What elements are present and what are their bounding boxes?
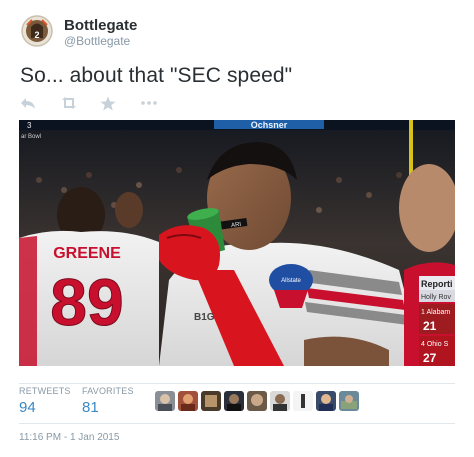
scoreboard-text: 3	[27, 121, 32, 130]
favoriter-avatar[interactable]	[178, 391, 198, 411]
favorites-stat[interactable]: FAVORITES 81	[82, 386, 134, 416]
favoriter-avatar[interactable]	[155, 391, 175, 411]
author-display-name[interactable]: Bottlegate	[64, 17, 137, 34]
bottle-cap-avatar-icon: 2	[21, 15, 53, 47]
author-handle[interactable]: @Bottlegate	[64, 34, 130, 48]
favoriter-avatar[interactable]	[224, 391, 244, 411]
jersey-number: 89	[50, 265, 123, 339]
overlay-team1-name: 1 Alabam	[421, 309, 450, 316]
favoriter-avatar[interactable]	[247, 391, 267, 411]
favoriter-avatar[interactable]	[293, 391, 313, 411]
avatar[interactable]: 2	[20, 14, 54, 48]
stats-top-divider	[19, 383, 455, 384]
reply-icon[interactable]	[20, 96, 38, 110]
favoriter-avatar[interactable]	[316, 391, 336, 411]
overlay-team2-score: 27	[423, 351, 437, 365]
scoreboard-sub: ar Bowl	[21, 134, 41, 140]
overlay-team2-name: 4 Ohio S	[421, 341, 449, 348]
sleeve-logo: B1G	[194, 312, 215, 323]
tweet-header: 2 Bottlegate @Bottlegate	[20, 14, 460, 54]
retweets-label: RETWEETS	[19, 386, 71, 396]
favorites-label: FAVORITES	[82, 386, 134, 396]
favoriter-avatar[interactable]	[201, 391, 221, 411]
football-sideline-photo: 3 ar Bowl Ochsner GREENE 89 ARI B1G Alls…	[19, 120, 455, 366]
favorite-icon[interactable]	[100, 96, 118, 111]
favoriter-avatars	[155, 391, 359, 413]
tweet-text: So... about that "SEC speed"	[20, 64, 293, 87]
favoriter-avatar[interactable]	[270, 391, 290, 411]
stadium-sign: Ochsner	[251, 120, 288, 130]
stats-bottom-divider	[19, 423, 455, 424]
overlay-subtitle: Holly Rov	[421, 294, 451, 301]
jersey-name: GREENE	[53, 245, 121, 262]
more-icon[interactable]	[140, 96, 158, 110]
favorites-count[interactable]: 81	[82, 399, 134, 416]
tweet-actions	[20, 96, 200, 112]
overlay-title: Reporti	[421, 279, 453, 289]
bowl-patch-text: Allstate	[281, 278, 301, 284]
tweet-timestamp[interactable]: 11:16 PM - 1 Jan 2015	[19, 432, 119, 443]
overlay-team1-score: 21	[423, 319, 437, 333]
retweets-count[interactable]: 94	[19, 399, 71, 416]
favoriter-avatar[interactable]	[339, 391, 359, 411]
retweets-stat[interactable]: RETWEETS 94	[19, 386, 71, 416]
svg-text:2: 2	[34, 30, 39, 40]
tweet-media-photo[interactable]: 3 ar Bowl Ochsner GREENE 89 ARI B1G Alls…	[19, 120, 455, 366]
tweet-stats: RETWEETS 94 FAVORITES 81	[19, 386, 455, 420]
retweet-icon[interactable]	[60, 96, 78, 110]
